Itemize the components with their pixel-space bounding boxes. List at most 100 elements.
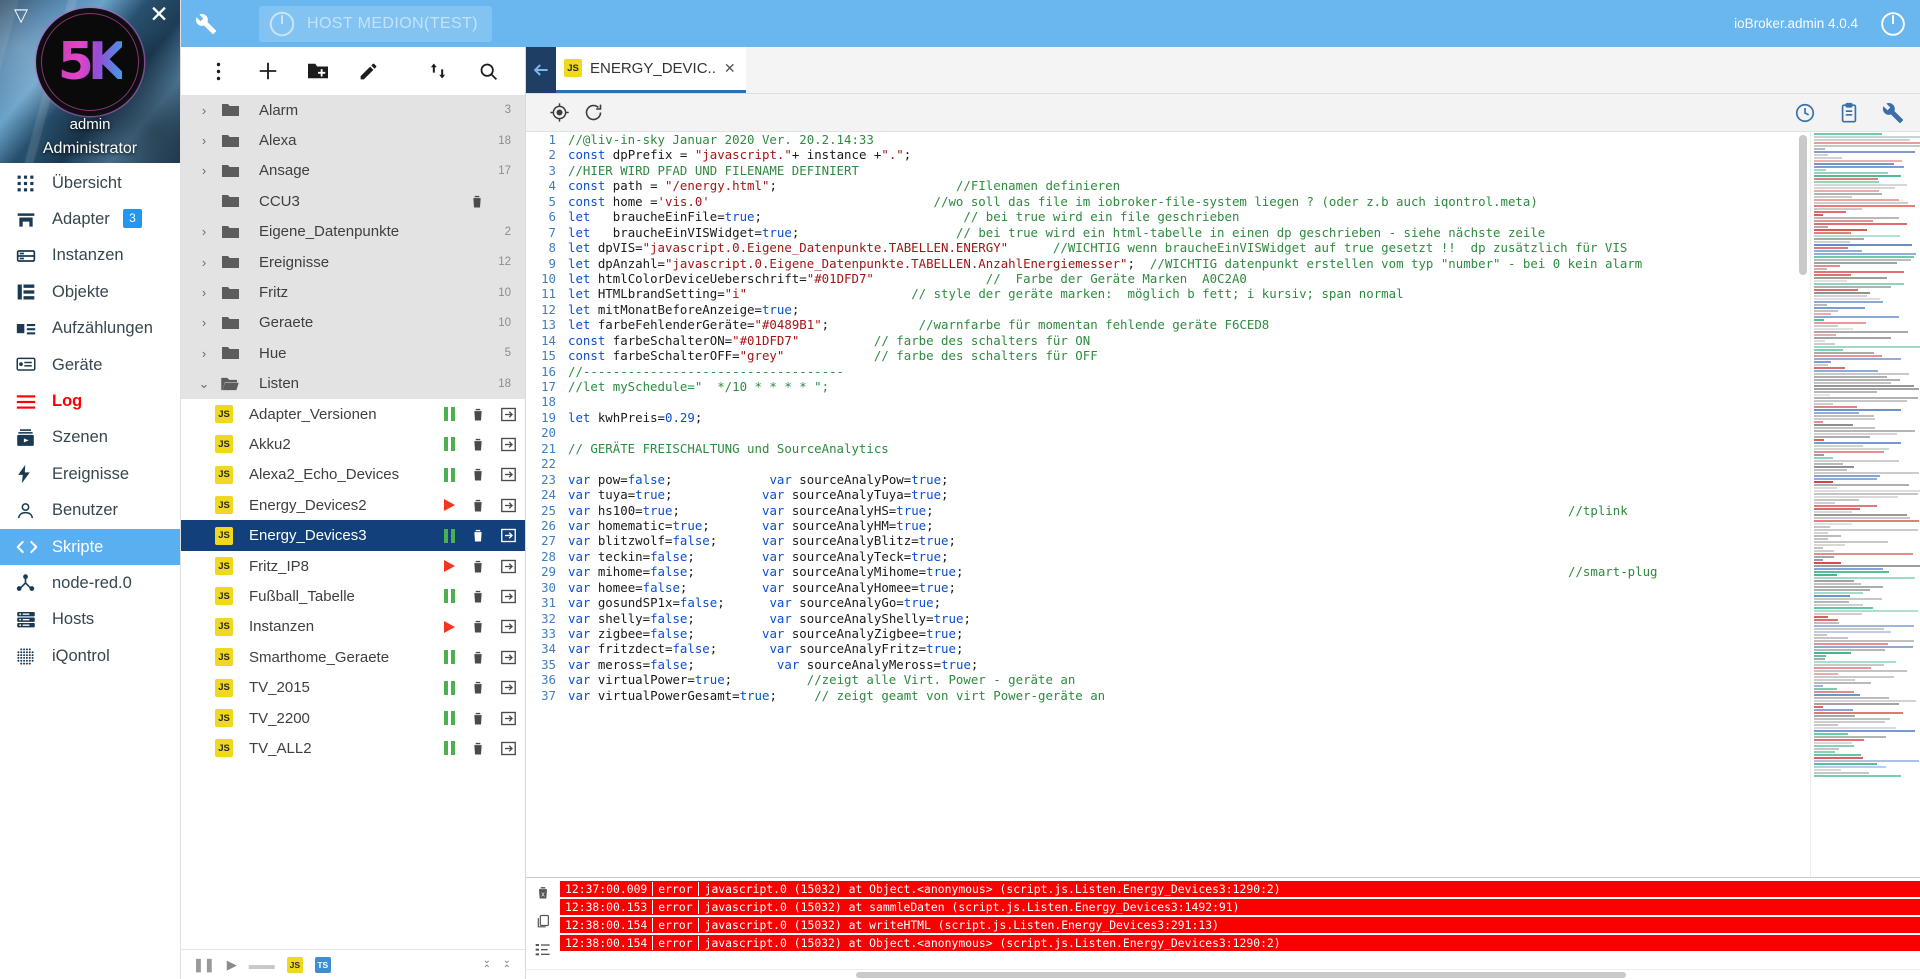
code-line[interactable]: 7 let braucheEinVISWidget=true; // bei tr… — [526, 225, 1796, 240]
trash-icon[interactable] — [470, 710, 486, 727]
clipboard-icon[interactable] — [1838, 102, 1860, 124]
chevron-right-icon[interactable]: › — [191, 133, 217, 148]
tree-folder-geraete[interactable]: › Geraete 10 — [181, 307, 525, 339]
sidebar-item-instanzen[interactable]: Instanzen — [0, 238, 180, 274]
code-line[interactable]: 26 var homematic=true; var sourceAnalyHM=… — [526, 518, 1796, 533]
wrench-icon[interactable] — [195, 13, 231, 35]
sidebar-item-node-red-0[interactable]: node-red.0 — [0, 565, 180, 601]
arrow-into-box-icon[interactable] — [500, 497, 517, 514]
trash-icon[interactable] — [470, 497, 486, 514]
pause-status-icon[interactable] — [443, 741, 456, 756]
close-icon[interactable]: ✕ — [724, 60, 736, 77]
code-line[interactable]: 18 — [526, 394, 1796, 409]
code-line[interactable]: 34 var fritzdect=false; var sourceAnalyFr… — [526, 641, 1796, 656]
locate-icon[interactable] — [542, 98, 576, 128]
tree-script-tv_2200[interactable]: JS TV_2200 — [181, 702, 525, 734]
arrow-into-box-icon[interactable] — [500, 527, 517, 544]
arrow-into-box-icon[interactable] — [500, 406, 517, 423]
arrow-into-box-icon[interactable] — [500, 436, 517, 453]
add-script-icon[interactable] — [249, 52, 287, 90]
script-tree-list[interactable]: › Alarm 3 › Alexa 18 › Ansage 17 CCU3 › Eigene_Date… — [181, 95, 525, 949]
code-line[interactable]: 13 let farbeFehlenderGeräte="#0489B1"; //… — [526, 317, 1796, 332]
log-settings-icon[interactable] — [535, 942, 551, 958]
sidebar-item-adapter[interactable]: Adapter 3 — [0, 201, 180, 237]
code-line[interactable]: 5 const home ='vis.0' //wo soll das file … — [526, 194, 1796, 209]
code-line[interactable]: 6 let braucheEinFile=true; // bei true wi… — [526, 209, 1796, 224]
code-line[interactable]: 3 //HIER WIRD PFAD UND FILENAME DEFINIERT — [526, 163, 1796, 178]
code-line[interactable]: 14 const farbeSchalterON="#01DFD7" // far… — [526, 333, 1796, 348]
tree-folder-fritz[interactable]: › Fritz 10 — [181, 277, 525, 308]
js-filter-icon[interactable]: JS — [286, 956, 303, 973]
sidebar-item-bersicht[interactable]: Übersicht — [0, 165, 180, 201]
close-icon[interactable]: ✕ — [147, 3, 171, 27]
code-line[interactable]: 37 var virtualPowerGesamt=true; // zeigt … — [526, 688, 1796, 703]
add-folder-icon[interactable] — [299, 52, 337, 90]
chevron-right-icon[interactable]: › — [191, 103, 217, 118]
trash-icon[interactable] — [470, 436, 486, 453]
play-status-icon[interactable] — [442, 620, 456, 634]
play-status-icon[interactable] — [442, 498, 456, 512]
scroll-arrows-icon[interactable]: ⌄ ⌃ — [483, 955, 491, 974]
arrow-into-box-icon[interactable] — [500, 679, 517, 696]
tree-script-tv_all2[interactable]: JS TV_ALL2 — [181, 733, 525, 764]
code-line[interactable]: 10 let htmlColorDeviceUeberschrift="#01DF… — [526, 271, 1796, 286]
code-line[interactable]: 4 const path = "/energy.html"; //FIlename… — [526, 178, 1796, 193]
play-all-icon[interactable]: ▶ — [227, 957, 237, 973]
code-line[interactable]: 31 var gosundSP1x=false; var sourceAnalyG… — [526, 595, 1796, 610]
copy-log-icon[interactable] — [535, 913, 551, 930]
code-line[interactable]: 29 var mihome=false; var sourceAnalyMihom… — [526, 564, 1796, 579]
tree-script-adapter_versionen[interactable]: JS Adapter_Versionen — [181, 398, 525, 430]
play-status-icon[interactable] — [442, 559, 456, 573]
code-line[interactable]: 16 //----------------------------------- — [526, 364, 1796, 379]
tree-script-alexa2_echo_devices[interactable]: JS Alexa2_Echo_Devices — [181, 459, 525, 491]
pause-status-icon[interactable] — [443, 589, 456, 604]
log-row[interactable]: 12:38:00.153 error javascript.0 (15032) at… — [560, 899, 1920, 915]
reload-icon[interactable] — [576, 98, 610, 128]
host-selector[interactable]: HOST MEDION(TEST) — [259, 5, 492, 42]
editor-vertical-scrollbar[interactable] — [1796, 132, 1810, 877]
chevron-right-icon[interactable]: › — [191, 163, 217, 178]
sidebar-item-ereignisse[interactable]: Ereignisse — [0, 456, 180, 492]
pause-status-icon[interactable] — [443, 437, 456, 452]
trash-icon[interactable] — [470, 649, 486, 666]
code-line[interactable]: 24 var tuya=true; var sourceAnalyTuya=tru… — [526, 487, 1796, 502]
code-lines[interactable]: 1 //@liv-in-sky Januar 2020 Ver. 20.2.14:… — [526, 132, 1796, 877]
arrow-into-box-icon[interactable] — [500, 710, 517, 727]
chevron-right-icon[interactable]: › — [191, 285, 217, 300]
blockly-icon[interactable]: ▬▬ — [249, 957, 275, 972]
chevron-right-icon[interactable]: › — [191, 224, 217, 239]
code-line[interactable]: 22 — [526, 456, 1796, 471]
sidebar-item-szenen[interactable]: Szenen — [0, 420, 180, 456]
triangle-down-icon[interactable]: ▽ — [10, 4, 32, 26]
pause-status-icon[interactable] — [443, 680, 456, 695]
code-line[interactable]: 17 //let mySchedule=" */10 * * * * "; — [526, 379, 1796, 394]
log-row[interactable]: 12:38:00.154 error javascript.0 (15032) at… — [560, 935, 1920, 951]
tree-folder-ereignisse[interactable]: › Ereignisse 12 — [181, 246, 525, 278]
trash-icon[interactable] — [470, 558, 486, 575]
sidebar-item-aufz-hlungen[interactable]: Aufzählungen — [0, 311, 180, 347]
trash-icon[interactable] — [470, 466, 486, 483]
edit-icon[interactable] — [349, 52, 387, 90]
code-line[interactable]: 12 let mitMonatBeforeAnzeige=true; — [526, 302, 1796, 317]
code-editor[interactable]: 1 //@liv-in-sky Januar 2020 Ver. 20.2.14:… — [526, 132, 1920, 877]
arrow-into-box-icon[interactable] — [500, 558, 517, 575]
chevron-right-icon[interactable]: › — [191, 255, 217, 270]
code-line[interactable]: 11 let HTMLbrandSetting="i" // style der … — [526, 286, 1796, 301]
trash-icon[interactable] — [470, 527, 486, 544]
tree-script-energy_devices3[interactable]: JS Energy_Devices3 — [181, 520, 525, 551]
chevron-down-icon[interactable]: ⌄ — [191, 376, 217, 392]
tree-script-fritz_ip8[interactable]: JS Fritz_IP8 — [181, 550, 525, 582]
sidebar-item-hosts[interactable]: Hosts — [0, 602, 180, 638]
pause-status-icon[interactable] — [443, 467, 456, 482]
trash-icon[interactable] — [470, 406, 486, 423]
tree-folder-hue[interactable]: › Hue 5 — [181, 338, 525, 369]
arrow-into-box-icon[interactable] — [500, 466, 517, 483]
arrow-left-icon[interactable] — [526, 46, 556, 93]
tree-script-instanzen[interactable]: JS Instanzen — [181, 611, 525, 643]
sidebar-item-iqontrol[interactable]: iQontrol — [0, 638, 180, 674]
trash-icon[interactable] — [470, 740, 486, 757]
sidebar-item-objekte[interactable]: Objekte — [0, 274, 180, 310]
resize-arrows-icon[interactable]: ⌄ ⌃ — [503, 955, 511, 974]
code-line[interactable]: 9 let dpAnzahl="javascript.0.Eigene_Daten… — [526, 256, 1796, 271]
search-icon[interactable] — [469, 52, 507, 90]
